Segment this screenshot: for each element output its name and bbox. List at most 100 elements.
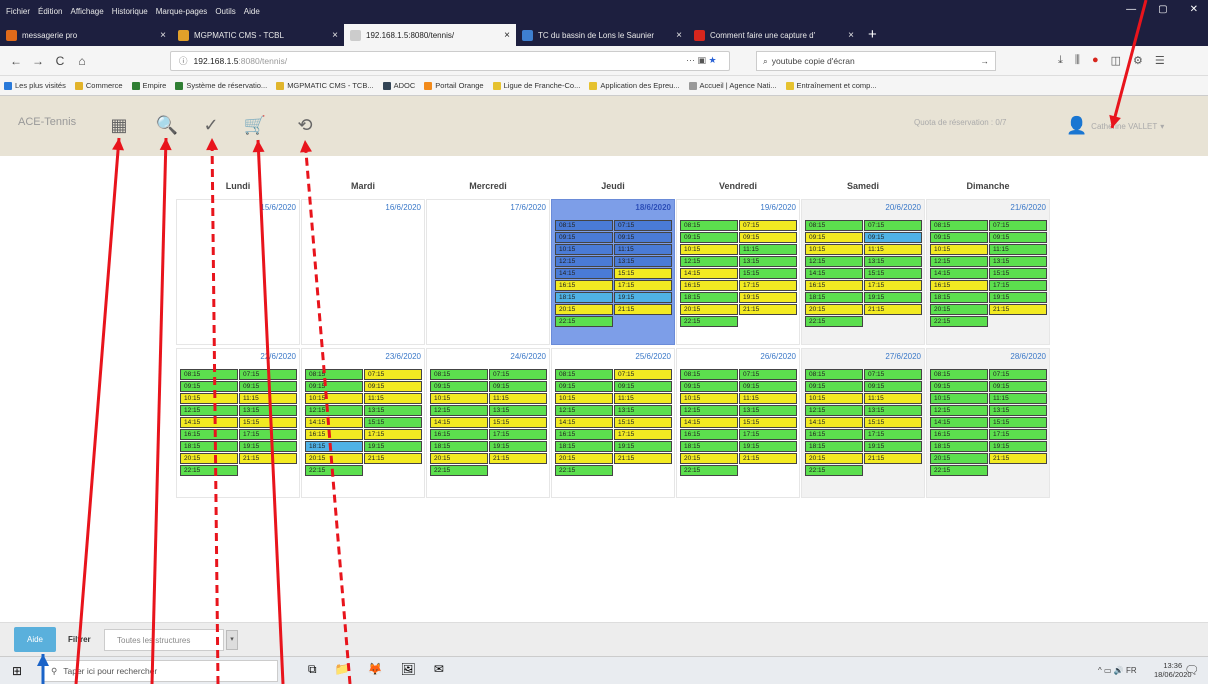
bookmark-star-icon[interactable]: ★	[709, 55, 717, 65]
time-slot[interactable]: 22:15	[305, 465, 363, 476]
bookmark-item[interactable]: ADOC	[382, 81, 415, 90]
time-slot[interactable]: 20:15	[430, 453, 488, 464]
bookmark-item[interactable]: Système de réservatio...	[175, 81, 267, 90]
time-slot[interactable]: 21:15	[864, 453, 922, 464]
menu-item[interactable]: Aide	[244, 7, 260, 16]
day-cell[interactable]: 17/6/2020	[426, 199, 550, 345]
time-slot[interactable]: 11:15	[489, 393, 547, 404]
time-slot[interactable]: 13:15	[614, 256, 672, 267]
time-slot[interactable]: 13:15	[989, 256, 1047, 267]
time-slot[interactable]: 12:15	[805, 405, 863, 416]
time-slot[interactable]: 08:15	[930, 369, 988, 380]
time-slot[interactable]: 12:15	[680, 405, 738, 416]
day-cell[interactable]: 28/6/2020 08:15 07:15 09:15 09:15 10:15 11:15 1…	[926, 348, 1050, 498]
close-tab-icon[interactable]: ×	[160, 30, 166, 41]
time-slot[interactable]: 19:15	[239, 441, 297, 452]
bookmark-item[interactable]: Les plus visités	[4, 81, 66, 90]
time-slot[interactable]: 09:15	[864, 381, 922, 392]
time-slot[interactable]: 10:15	[430, 393, 488, 404]
time-slot[interactable]: 08:15	[805, 220, 863, 231]
time-slot[interactable]: 07:15	[989, 220, 1047, 231]
time-slot[interactable]: 22:15	[430, 465, 488, 476]
time-slot[interactable]: 16:15	[680, 429, 738, 440]
time-slot[interactable]: 11:15	[739, 393, 797, 404]
time-slot[interactable]: 22:15	[680, 316, 738, 327]
day-cell[interactable]: 23/6/2020 08:15 07:15 09:15 09:15 10:15 11:15 1…	[301, 348, 425, 498]
bookmark-item[interactable]: Ligue de Franche-Co...	[492, 81, 580, 90]
time-slot[interactable]: 16:15	[430, 429, 488, 440]
time-slot[interactable]: 21:15	[364, 453, 422, 464]
time-slot[interactable]: 22:15	[180, 465, 238, 476]
firefox-icon[interactable]: 🦊	[368, 662, 383, 677]
time-slot[interactable]: 09:15	[930, 381, 988, 392]
time-slot[interactable]: 07:15	[739, 369, 797, 380]
day-cell[interactable]: 15/6/2020	[176, 199, 300, 345]
time-slot[interactable]: 10:15	[680, 393, 738, 404]
time-slot[interactable]: 19:15	[989, 441, 1047, 452]
time-slot[interactable]: 11:15	[239, 393, 297, 404]
minimize-icon[interactable]: —	[1126, 4, 1136, 15]
time-slot[interactable]: 14:15	[680, 417, 738, 428]
bookmark-item[interactable]: Accueil | Agence Nati...	[688, 81, 777, 90]
bookmark-item[interactable]: Entraînement et comp...	[785, 81, 877, 90]
time-slot[interactable]: 15:15	[614, 268, 672, 279]
time-slot[interactable]: 21:15	[614, 453, 672, 464]
time-slot[interactable]: 21:15	[989, 453, 1047, 464]
time-slot[interactable]: 19:15	[489, 441, 547, 452]
time-slot[interactable]: 18:15	[805, 441, 863, 452]
time-slot[interactable]: 20:15	[180, 453, 238, 464]
time-slot[interactable]: 10:15	[680, 244, 738, 255]
time-slot[interactable]: 21:15	[489, 453, 547, 464]
menu-item[interactable]: Affichage	[70, 7, 103, 16]
time-slot[interactable]: 09:15	[489, 381, 547, 392]
taskbar-search-input[interactable]: ⚲ Taper ici pour rechercher	[42, 660, 278, 682]
time-slot[interactable]: 20:15	[930, 453, 988, 464]
time-slot[interactable]: 14:15	[555, 417, 613, 428]
menu-item[interactable]: Marque-pages	[156, 7, 208, 16]
notification-icon[interactable]: 🗨	[1184, 663, 1199, 677]
time-slot[interactable]: 16:15	[805, 280, 863, 291]
time-slot[interactable]: 16:15	[805, 429, 863, 440]
menu-item[interactable]: Historique	[112, 7, 148, 16]
time-slot[interactable]: 11:15	[614, 393, 672, 404]
url-actions[interactable]: ··· ▣ ★	[686, 55, 717, 66]
time-slot[interactable]: 11:15	[989, 393, 1047, 404]
time-slot[interactable]: 15:15	[864, 268, 922, 279]
time-slot[interactable]: 18:15	[555, 441, 613, 452]
time-slot[interactable]: 18:15	[805, 292, 863, 303]
time-slot[interactable]: 14:15	[305, 417, 363, 428]
browser-tab[interactable]: messagerie pro ×	[0, 24, 172, 46]
time-slot[interactable]: 14:15	[805, 417, 863, 428]
app-brand[interactable]: ACE-Tennis	[18, 116, 76, 128]
time-slot[interactable]: 21:15	[239, 453, 297, 464]
close-tab-icon[interactable]: ×	[504, 30, 510, 41]
time-slot[interactable]: 16:15	[180, 429, 238, 440]
time-slot[interactable]: 10:15	[555, 393, 613, 404]
time-slot[interactable]: 17:15	[739, 280, 797, 291]
day-cell[interactable]: 25/6/2020 08:15 07:15 09:15 09:15 10:15 11:15 1…	[551, 348, 675, 498]
time-slot[interactable]: 07:15	[864, 369, 922, 380]
time-slot[interactable]: 17:15	[614, 280, 672, 291]
time-slot[interactable]: 17:15	[364, 429, 422, 440]
time-slot[interactable]: 21:15	[739, 304, 797, 315]
time-slot[interactable]: 22:15	[805, 465, 863, 476]
time-slot[interactable]: 13:15	[864, 256, 922, 267]
time-slot[interactable]: 11:15	[864, 393, 922, 404]
close-icon[interactable]: ✕	[1190, 4, 1198, 15]
time-slot[interactable]: 14:15	[930, 268, 988, 279]
sidebar-icon[interactable]: ◫	[1111, 54, 1121, 67]
time-slot[interactable]: 09:15	[555, 232, 613, 243]
time-slot[interactable]: 17:15	[614, 429, 672, 440]
time-slot[interactable]: 09:15	[239, 381, 297, 392]
library-icon[interactable]: ⫼	[1075, 54, 1080, 67]
photos-icon[interactable]: 🖼	[400, 662, 415, 677]
browser-tab[interactable]: Comment faire une capture d' ×	[688, 24, 860, 46]
profile-icon[interactable]: ●	[1092, 54, 1099, 67]
time-slot[interactable]: 14:15	[430, 417, 488, 428]
time-slot[interactable]: 15:15	[989, 417, 1047, 428]
time-slot[interactable]: 19:15	[614, 292, 672, 303]
time-slot[interactable]: 09:15	[305, 381, 363, 392]
time-slot[interactable]: 20:15	[555, 453, 613, 464]
page-actions-icon[interactable]: ··· ▣	[686, 55, 706, 65]
time-slot[interactable]: 18:15	[180, 441, 238, 452]
